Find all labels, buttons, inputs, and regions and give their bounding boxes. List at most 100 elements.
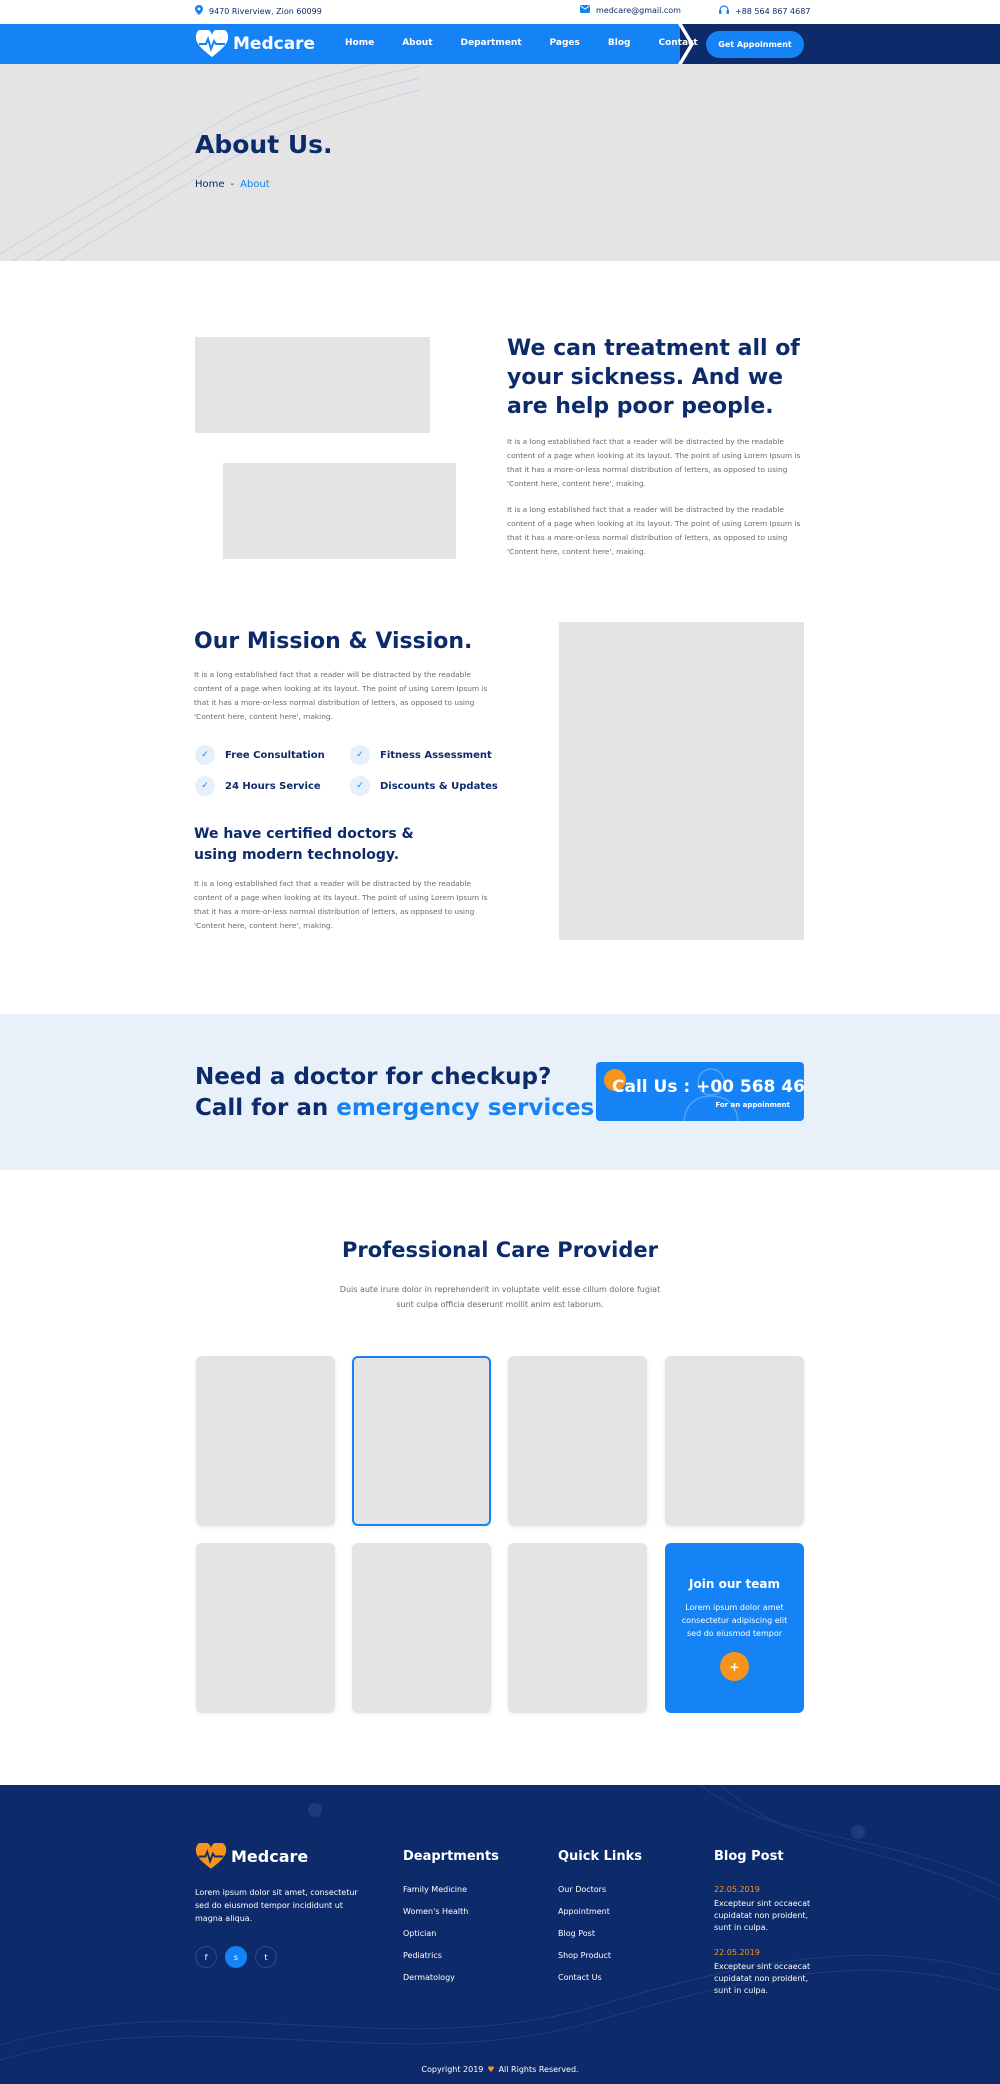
blog-post-link[interactable]: Excepteur sint occaecat cupidatat non pr…: [714, 1961, 814, 1997]
get-appointment-button[interactable]: Get Appoinment: [706, 31, 804, 58]
feature-item: ✓ Discounts & Updates: [350, 776, 498, 796]
footer-brand-name: Medcare: [231, 1847, 309, 1866]
blog-post-date: 22.05.2019: [714, 1948, 760, 1957]
footer-department-link[interactable]: Women's Health: [403, 1907, 468, 1916]
address-text: 9470 Riverview, Zion 60099: [209, 7, 322, 16]
provider-card[interactable]: [508, 1543, 647, 1713]
footer-quick-link[interactable]: Blog Post: [558, 1929, 595, 1938]
mission-paragraph: It is a long established fact that a rea…: [194, 670, 488, 721]
page-title: About Us.: [195, 130, 333, 159]
footer-departments-title: Deaprtments: [403, 1849, 499, 1864]
provider-card[interactable]: [508, 1356, 647, 1526]
nav-item-blog[interactable]: Blog: [608, 38, 631, 48]
about-paragraph-2: It is a long established fact that a rea…: [507, 505, 801, 556]
breadcrumb-current: About: [240, 179, 270, 190]
nav-menu: Home About Department Pages Blog Contact: [345, 38, 726, 48]
nav-item-contact[interactable]: Contact: [658, 38, 697, 48]
footer-about-text: Lorem ipsum dolor sit amet, consectetur …: [195, 1888, 358, 1923]
footer-quick-link[interactable]: Our Doctors: [558, 1885, 606, 1894]
breadcrumb-home[interactable]: Home: [195, 179, 225, 190]
feature-label: 24 Hours Service: [225, 780, 321, 792]
join-team-plus-button[interactable]: +: [720, 1652, 749, 1681]
blog-post-date: 22.05.2019: [714, 1885, 760, 1894]
nav-item-pages[interactable]: Pages: [550, 38, 580, 48]
wave-decoration: [0, 64, 420, 261]
footer-department-link[interactable]: Pediatrics: [403, 1951, 442, 1960]
footer-quick-link[interactable]: Contact Us: [558, 1973, 602, 1982]
copyright-suffix: All Rights Reserved.: [498, 2065, 579, 2074]
about-image-1: [195, 337, 430, 433]
heartbeat-icon: [195, 1843, 227, 1869]
footer-blog-title: Blog Post: [714, 1849, 784, 1864]
nav-item-department[interactable]: Department: [461, 38, 522, 48]
feature-label: Free Consultation: [225, 749, 325, 761]
join-team-card: Join our team Lorem ipsum dolor amet con…: [665, 1543, 804, 1713]
footer-department-link[interactable]: Optician: [403, 1929, 436, 1938]
breadcrumb: Home - About: [195, 179, 270, 190]
nav-item-about[interactable]: About: [402, 38, 432, 48]
check-icon: ✓: [350, 745, 370, 765]
call-us-label: Call Us : +00 568 468: [612, 1077, 804, 1097]
join-team-title: Join our team: [689, 1577, 780, 1591]
location-pin-icon: [195, 5, 203, 18]
provider-card[interactable]: [352, 1543, 491, 1713]
skype-icon[interactable]: s: [225, 1946, 247, 1968]
feature-item: ✓ Free Consultation: [195, 745, 325, 765]
facebook-icon[interactable]: f: [195, 1946, 217, 1968]
mission-subheading: We have certified doctors & using modern…: [194, 826, 414, 863]
emergency-line-1: Need a doctor for checkup?: [195, 1064, 552, 1090]
about-heading: We can treatment all of your sickness. A…: [507, 336, 800, 419]
email-text[interactable]: medcare@gmail.com: [596, 6, 681, 15]
footer-department-link[interactable]: Dermatology: [403, 1973, 455, 1982]
call-us-button[interactable]: Call Us : +00 568 468 For an appoinment: [596, 1062, 804, 1121]
page-banner: [0, 64, 1000, 261]
about-image-2: [223, 463, 456, 559]
provider-card-active[interactable]: [352, 1356, 491, 1526]
emergency-line-2-prefix: Call for an: [195, 1095, 337, 1121]
footer-department-link[interactable]: Family Medicine: [403, 1885, 467, 1894]
footer-quick-link[interactable]: Appointment: [558, 1907, 610, 1916]
footer-wave-decoration: [0, 1785, 1000, 2061]
emergency-highlight: emergency services!: [336, 1095, 605, 1121]
mission-paragraph-2: It is a long established fact that a rea…: [194, 879, 488, 930]
join-team-text: Lorem ipsum dolor amet consectetur adipi…: [681, 1603, 788, 1638]
mission-image: [559, 622, 804, 940]
footer: [0, 1785, 1000, 2084]
phone-info[interactable]: +88 564 867 4687: [719, 5, 810, 17]
feature-item: ✓ Fitness Assessment: [350, 745, 492, 765]
copyright: Copyright 2019 ♥ All Rights Reserved.: [0, 2065, 1000, 2074]
feature-label: Fitness Assessment: [380, 749, 492, 761]
feature-label: Discounts & Updates: [380, 780, 498, 792]
feature-item: ✓ 24 Hours Service: [195, 776, 321, 796]
mission-heading: Our Mission & Vission.: [194, 629, 473, 654]
brand-logo[interactable]: Medcare: [195, 30, 315, 58]
provider-card[interactable]: [665, 1356, 804, 1526]
blog-post-link[interactable]: Excepteur sint occaecat cupidatat non pr…: [714, 1898, 814, 1934]
top-bar: 9470 Riverview, Zion 60099 medcare@gmail…: [0, 0, 1000, 24]
emergency-line-2: Call for an emergency services!: [195, 1093, 605, 1124]
copyright-prefix: Copyright 2019: [421, 2065, 484, 2074]
brand-name: Medcare: [233, 34, 316, 54]
email-info[interactable]: medcare@gmail.com: [580, 5, 681, 16]
providers-subtitle: Duis aute irure dolor in reprehenderit i…: [339, 1285, 661, 1309]
about-paragraph-1: It is a long established fact that a rea…: [507, 437, 801, 488]
provider-card[interactable]: [196, 1543, 335, 1713]
headset-icon: [719, 5, 729, 17]
footer-brand-logo[interactable]: Medcare: [195, 1843, 308, 1870]
providers-title: Professional Care Provider: [342, 1238, 658, 1262]
call-us-sub: For an appoinment: [715, 1101, 790, 1109]
footer-links-title: Quick Links: [558, 1849, 643, 1864]
check-icon: ✓: [195, 776, 215, 796]
mail-icon: [580, 5, 590, 16]
nav-item-home[interactable]: Home: [345, 38, 374, 48]
phone-text[interactable]: +88 564 867 4687: [735, 7, 810, 16]
emergency-heading: Need a doctor for checkup? Call for an e…: [195, 1062, 605, 1124]
twitter-icon[interactable]: t: [255, 1946, 277, 1968]
check-icon: ✓: [350, 776, 370, 796]
heart-icon: ♥: [487, 2065, 495, 2074]
footer-quick-link[interactable]: Shop Product: [558, 1951, 611, 1960]
check-icon: ✓: [195, 745, 215, 765]
heartbeat-icon: [195, 30, 229, 57]
address-info: 9470 Riverview, Zion 60099: [195, 5, 322, 18]
provider-card[interactable]: [196, 1356, 335, 1526]
